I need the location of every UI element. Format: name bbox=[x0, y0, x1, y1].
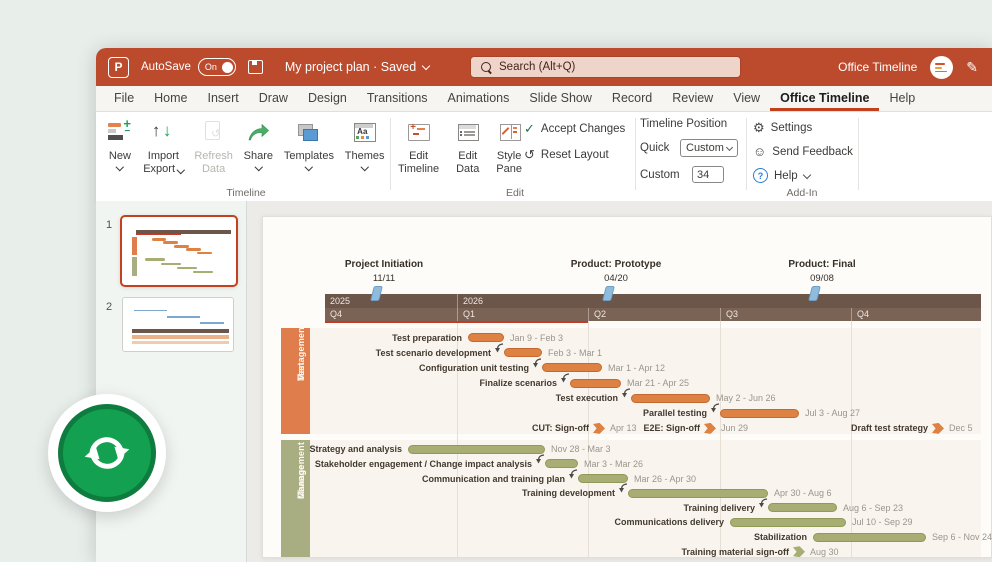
task-bar[interactable] bbox=[545, 459, 578, 468]
refresh-icon bbox=[58, 404, 156, 502]
task-dates: Mar 3 - Mar 26 bbox=[584, 459, 643, 469]
task-label: CUT: Sign-off bbox=[532, 423, 589, 433]
dependency-connector-icon bbox=[560, 373, 572, 386]
task-label: Draft test strategy bbox=[851, 423, 928, 433]
task-label: Finalize scenarios bbox=[479, 378, 557, 388]
task-label: Communication and training plan bbox=[422, 474, 565, 484]
task-dates: May 2 - Jun 26 bbox=[716, 393, 776, 403]
task-label: Training material sign-off bbox=[681, 547, 789, 557]
group-band-change: ChangeManagement bbox=[281, 440, 310, 557]
task-bar[interactable] bbox=[720, 409, 799, 418]
dependency-connector-icon bbox=[710, 403, 722, 416]
milestone-label: Project Initiation bbox=[345, 259, 423, 270]
task-dates: Mar 1 - Apr 12 bbox=[608, 363, 665, 373]
task-dates: Sep 6 - Nov 24 bbox=[932, 532, 992, 542]
task-label: Training development bbox=[522, 488, 615, 498]
milestone-date: 11/11 bbox=[373, 273, 395, 284]
task-dates: Aug 6 - Sep 23 bbox=[843, 503, 903, 513]
milestone-label: Product: Prototype bbox=[571, 259, 662, 270]
group-band-test: TestManagement bbox=[281, 328, 310, 434]
task-dates: Mar 21 - Apr 25 bbox=[627, 378, 689, 388]
task-dates: Apr 30 - Aug 6 bbox=[774, 488, 832, 498]
task-label: Stakeholder engagement / Change impact a… bbox=[315, 459, 532, 469]
task-bar[interactable] bbox=[542, 363, 602, 372]
task-label: Strategy and analysis bbox=[309, 444, 402, 454]
task-bar[interactable] bbox=[408, 445, 545, 454]
task-bar[interactable] bbox=[504, 348, 542, 357]
year-band: 20252026 bbox=[325, 294, 981, 308]
task-bar[interactable] bbox=[813, 533, 926, 542]
dependency-connector-icon bbox=[568, 469, 580, 482]
task-dates: Jul 10 - Sep 29 bbox=[852, 517, 913, 527]
task-dates: Aug 30 bbox=[810, 547, 839, 557]
milestone-date: 09/08 bbox=[810, 273, 834, 284]
year-cell: 2025 bbox=[325, 294, 457, 308]
milestone-date: 04/20 bbox=[604, 273, 628, 284]
task-dates: Apr 13 bbox=[610, 423, 637, 433]
dependency-connector-icon bbox=[618, 483, 630, 496]
task-bar[interactable] bbox=[578, 474, 628, 483]
quarter-cell: Q4 bbox=[851, 308, 981, 321]
sync-badge[interactable] bbox=[48, 394, 166, 512]
dependency-connector-icon bbox=[621, 388, 633, 401]
quarter-cell: Q1 bbox=[457, 308, 588, 321]
task-dates: Jan 9 - Feb 3 bbox=[510, 333, 563, 343]
screen: P AutoSave On My project plan · Saved Se… bbox=[0, 0, 992, 562]
task-label: Test execution bbox=[556, 393, 618, 403]
task-bar[interactable] bbox=[570, 379, 621, 388]
task-bar[interactable] bbox=[730, 518, 846, 527]
task-dates: Jul 3 - Aug 27 bbox=[805, 408, 860, 418]
task-dates: Mar 26 - Apr 30 bbox=[634, 474, 696, 484]
year-cell: 2026 bbox=[457, 294, 981, 308]
dependency-connector-icon bbox=[494, 343, 506, 356]
task-bar[interactable] bbox=[628, 489, 768, 498]
task-dates: Nov 28 - Mar 3 bbox=[551, 444, 611, 454]
task-dates: Jun 29 bbox=[721, 423, 748, 433]
task-bar[interactable] bbox=[768, 503, 837, 512]
task-label: Configuration unit testing bbox=[419, 363, 529, 373]
task-label: Parallel testing bbox=[643, 408, 707, 418]
task-label: Communications delivery bbox=[614, 517, 724, 527]
task-label: Stabilization bbox=[754, 532, 807, 542]
task-dates: Feb 3 - Mar 1 bbox=[548, 348, 602, 358]
task-bar[interactable] bbox=[631, 394, 710, 403]
milestone-label: Product: Final bbox=[788, 259, 855, 270]
dependency-connector-icon bbox=[532, 358, 544, 371]
task-bar[interactable] bbox=[468, 333, 504, 342]
dependency-connector-icon bbox=[535, 454, 547, 467]
task-label: Training delivery bbox=[683, 503, 755, 513]
task-label: Test scenario development bbox=[376, 348, 491, 358]
quarter-band: Q4Q1Q2Q3Q4 bbox=[325, 308, 981, 321]
dependency-connector-icon bbox=[758, 498, 770, 511]
quarter-cell: Q3 bbox=[720, 308, 851, 321]
task-label: Test preparation bbox=[392, 333, 462, 343]
quarter-cell: Q2 bbox=[588, 308, 720, 321]
task-dates: Dec 5 bbox=[949, 423, 973, 433]
elapsed-time-highlight bbox=[325, 321, 588, 324]
quarter-cell: Q4 bbox=[325, 308, 457, 321]
task-label: E2E: Sign-off bbox=[644, 423, 701, 433]
